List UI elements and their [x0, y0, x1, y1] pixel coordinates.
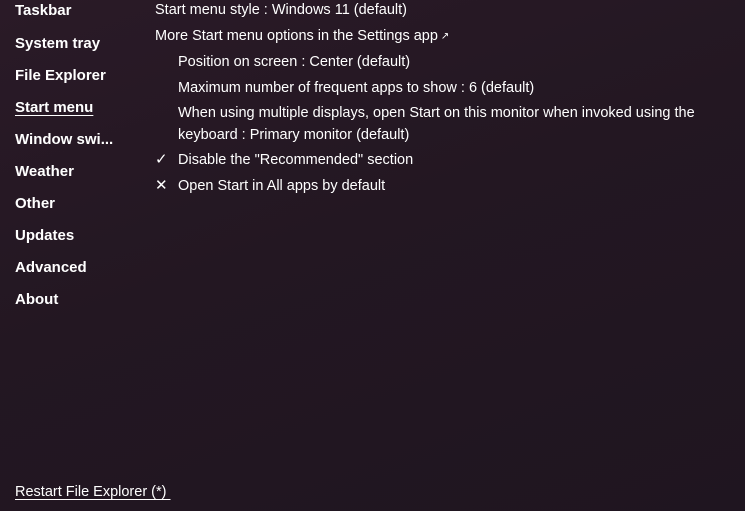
checkmark-icon: ✓: [155, 151, 168, 168]
position-on-screen-setting[interactable]: Position on screen : Center (default): [178, 52, 410, 72]
frequent-apps-setting[interactable]: Maximum number of frequent apps to show …: [178, 78, 534, 98]
more-start-options-link[interactable]: More Start menu options in the Settings …: [155, 26, 449, 47]
sidebar-item-other[interactable]: Other: [15, 194, 55, 214]
external-link-icon: ↗: [440, 31, 450, 42]
disable-recommended-label: Disable the "Recommended" section: [178, 152, 414, 168]
open-all-apps-label: Open Start in All apps by default: [178, 178, 386, 194]
restart-file-explorer-link[interactable]: Restart File Explorer (*): [15, 482, 171, 502]
sidebar-item-start-menu[interactable]: Start menu: [15, 98, 93, 118]
more-start-options-label: More Start menu options in the Settings …: [155, 28, 438, 44]
cross-icon: ✕: [155, 177, 168, 194]
sidebar-item-updates[interactable]: Updates: [15, 226, 74, 246]
sidebar-item-weather[interactable]: Weather: [15, 162, 74, 182]
sidebar-item-window-switcher[interactable]: Window swi...: [15, 130, 113, 150]
multi-display-setting[interactable]: When using multiple displays, open Start…: [178, 102, 726, 146]
start-menu-style-setting[interactable]: Start menu style : Windows 11 (default): [155, 0, 407, 20]
sidebar-item-advanced[interactable]: Advanced: [15, 258, 87, 278]
sidebar-item-about[interactable]: About: [15, 290, 58, 310]
sidebar-item-system-tray[interactable]: System tray: [15, 34, 100, 54]
sidebar-item-file-explorer[interactable]: File Explorer: [15, 66, 106, 86]
sidebar-item-taskbar[interactable]: Taskbar: [15, 1, 71, 21]
